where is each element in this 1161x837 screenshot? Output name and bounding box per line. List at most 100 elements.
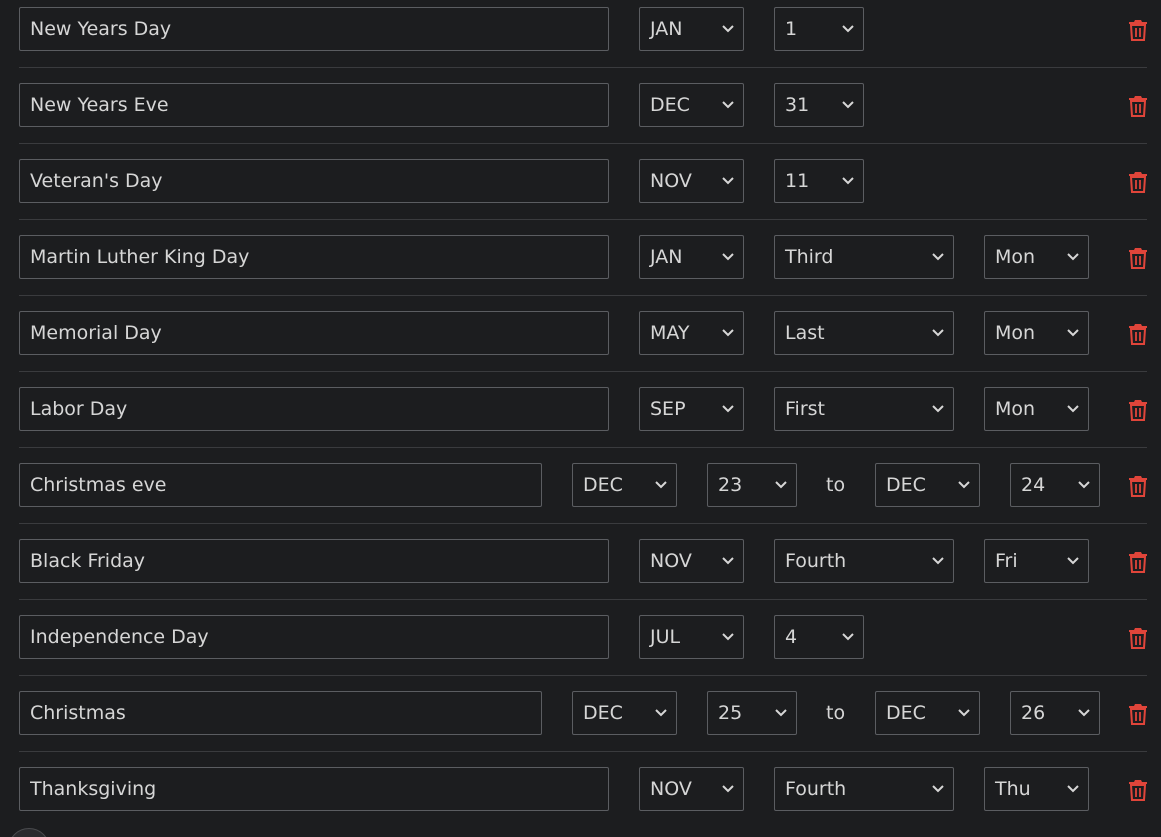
chevron-down-icon — [932, 785, 944, 793]
start-day-select[interactable]: 23 — [707, 463, 797, 507]
holiday-row: NOV 11 — [0, 152, 1147, 228]
end-month-select[interactable]: DEC — [875, 691, 980, 735]
holiday-name-input[interactable] — [19, 7, 609, 51]
end-month-select[interactable]: DEC — [875, 463, 980, 507]
start-month-select-value: DEC — [583, 702, 623, 724]
month-select-value: DEC — [650, 94, 690, 116]
month-select[interactable]: NOV — [639, 767, 744, 811]
chevron-down-icon — [722, 25, 734, 33]
holiday-name-input[interactable] — [19, 463, 542, 507]
trash-icon[interactable] — [1128, 399, 1148, 421]
trash-icon[interactable] — [1128, 627, 1148, 649]
day-select-value: 1 — [785, 18, 798, 40]
day-select[interactable]: 4 — [774, 615, 864, 659]
end-day-select[interactable]: 24 — [1010, 463, 1100, 507]
chevron-down-icon — [958, 481, 970, 489]
chevron-down-icon — [1067, 557, 1079, 565]
trash-icon[interactable] — [1128, 95, 1148, 117]
day-select[interactable]: 31 — [774, 83, 864, 127]
holiday-row: JAN Third Mon — [0, 228, 1147, 304]
chevron-down-icon — [1078, 481, 1090, 489]
week-select[interactable]: Fourth — [774, 767, 954, 811]
holiday-row: SEP First Mon — [0, 380, 1147, 456]
weekday-select[interactable]: Fri — [984, 539, 1089, 583]
weekday-select-value: Fri — [995, 550, 1018, 572]
day-select[interactable]: 1 — [774, 7, 864, 51]
trash-icon[interactable] — [1128, 19, 1148, 41]
chevron-down-icon — [655, 481, 667, 489]
trash-icon[interactable] — [1128, 475, 1148, 497]
month-select-value: JUL — [650, 626, 681, 648]
holiday-row: JAN 1 — [0, 0, 1147, 76]
holiday-name-input[interactable] — [19, 767, 609, 811]
chevron-down-icon — [722, 329, 734, 337]
month-select[interactable]: SEP — [639, 387, 744, 431]
day-select[interactable]: 11 — [774, 159, 864, 203]
chevron-down-icon — [842, 177, 854, 185]
day-select-value: 31 — [785, 94, 810, 116]
holiday-name-input[interactable] — [19, 83, 609, 127]
chevron-down-icon — [842, 25, 854, 33]
chevron-down-icon — [1067, 405, 1079, 413]
trash-icon[interactable] — [1128, 551, 1148, 573]
holiday-row: JUL 4 — [0, 608, 1147, 684]
trash-icon[interactable] — [1128, 703, 1148, 725]
day-select-value: 11 — [785, 170, 810, 192]
end-day-select[interactable]: 26 — [1010, 691, 1100, 735]
week-select[interactable]: First — [774, 387, 954, 431]
trash-icon[interactable] — [1128, 779, 1148, 801]
chevron-down-icon — [842, 101, 854, 109]
month-select-value: NOV — [650, 778, 692, 800]
end-day-select-value: 26 — [1021, 702, 1046, 724]
day-select-value: 4 — [785, 626, 798, 648]
holiday-name-input[interactable] — [19, 159, 609, 203]
chevron-down-icon — [1067, 785, 1079, 793]
holiday-row: DEC 31 — [0, 76, 1147, 152]
start-day-select[interactable]: 25 — [707, 691, 797, 735]
chevron-down-icon — [932, 329, 944, 337]
weekday-select-value: Mon — [995, 322, 1036, 344]
month-select[interactable]: NOV — [639, 539, 744, 583]
holiday-name-input[interactable] — [19, 691, 542, 735]
chevron-down-icon — [655, 709, 667, 717]
weekday-select[interactable]: Mon — [984, 387, 1089, 431]
holiday-name-input[interactable] — [19, 539, 609, 583]
trash-icon[interactable] — [1128, 247, 1148, 269]
chevron-down-icon — [1078, 709, 1090, 717]
start-month-select[interactable]: DEC — [572, 691, 677, 735]
holiday-name-input[interactable] — [19, 235, 609, 279]
month-select[interactable]: NOV — [639, 159, 744, 203]
weekday-select-value: Thu — [995, 778, 1031, 800]
trash-icon[interactable] — [1128, 171, 1148, 193]
chevron-down-icon — [958, 709, 970, 717]
start-month-select[interactable]: DEC — [572, 463, 677, 507]
holiday-name-input[interactable] — [19, 387, 609, 431]
chevron-down-icon — [722, 253, 734, 261]
month-select-value: MAY — [650, 322, 690, 344]
weekday-select[interactable]: Thu — [984, 767, 1089, 811]
month-select[interactable]: MAY — [639, 311, 744, 355]
chevron-down-icon — [1067, 329, 1079, 337]
weekday-select-value: Mon — [995, 398, 1036, 420]
range-separator: to — [826, 474, 846, 496]
weekday-select[interactable]: Mon — [984, 235, 1089, 279]
chevron-down-icon — [722, 101, 734, 109]
month-select[interactable]: JAN — [639, 7, 744, 51]
weekday-select[interactable]: Mon — [984, 311, 1089, 355]
trash-icon[interactable] — [1128, 323, 1148, 345]
holiday-row: DEC 25 to DEC 26 — [0, 684, 1147, 760]
chevron-down-icon — [932, 253, 944, 261]
week-select[interactable]: Fourth — [774, 539, 954, 583]
week-select[interactable]: Third — [774, 235, 954, 279]
chevron-down-icon — [932, 405, 944, 413]
week-select-value: Last — [785, 322, 825, 344]
month-select[interactable]: JAN — [639, 235, 744, 279]
holiday-list: JAN 1 DEC 31 NOV 11 — [0, 0, 1161, 837]
month-select[interactable]: JUL — [639, 615, 744, 659]
month-select[interactable]: DEC — [639, 83, 744, 127]
week-select[interactable]: Last — [774, 311, 954, 355]
chevron-down-icon — [932, 557, 944, 565]
holiday-name-input[interactable] — [19, 311, 609, 355]
month-select-value: SEP — [650, 398, 686, 420]
holiday-name-input[interactable] — [19, 615, 609, 659]
